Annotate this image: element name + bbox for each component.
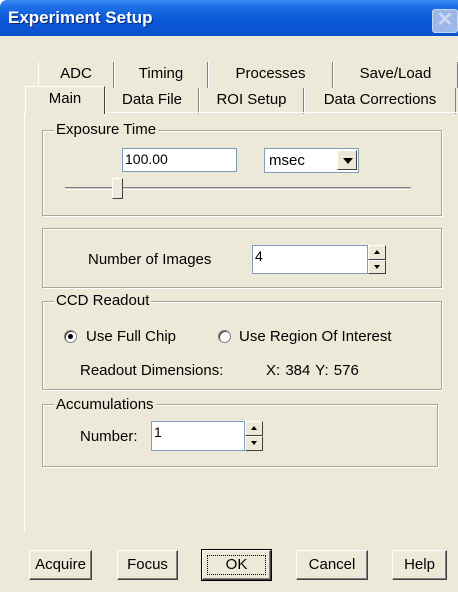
number-of-images-input[interactable]: 4 (252, 245, 368, 274)
help-button[interactable]: Help (392, 550, 447, 580)
title-bar[interactable]: Experiment Setup ✕ (0, 0, 458, 36)
arrow-up-icon[interactable] (368, 245, 386, 260)
acquire-button[interactable]: Acquire (29, 550, 92, 580)
accumulations-number-label: Number: (80, 428, 138, 445)
ccd-readout-label: CCD Readout (54, 292, 152, 309)
exposure-value-input[interactable]: 100.00 (122, 148, 237, 172)
tab-label: ROI Setup (216, 91, 287, 108)
accumulations-number-value: 1 (154, 424, 162, 440)
roi-label[interactable]: Use Region Of Interest (239, 328, 392, 345)
tab-save-load[interactable]: Save/Load (333, 62, 458, 88)
number-of-images-label: Number of Images (88, 251, 212, 268)
arrow-up-icon[interactable] (245, 421, 263, 436)
exposure-time-label: Exposure Time (54, 121, 159, 138)
window-title: Experiment Setup (8, 8, 153, 27)
accumulations-label: Accumulations (54, 396, 156, 413)
focus-button[interactable]: Focus (117, 550, 178, 580)
exposure-unit-value: msec (269, 152, 305, 169)
close-icon: ✕ (436, 9, 454, 31)
number-of-images-spinner[interactable] (368, 245, 386, 274)
acquire-button-label: Acquire (35, 556, 86, 573)
exposure-slider-thumb[interactable] (112, 178, 123, 199)
tab-processes[interactable]: Processes (208, 62, 333, 88)
cancel-button[interactable]: Cancel (296, 550, 368, 580)
roi-radio[interactable] (218, 330, 231, 343)
chevron-down-icon[interactable] (337, 150, 357, 170)
arrow-down-icon[interactable] (245, 436, 263, 451)
arrow-down-icon[interactable] (368, 259, 386, 274)
readout-dimensions-value: X: 384 Y: 576 (266, 362, 359, 379)
focus-button-label: Focus (127, 556, 168, 573)
tab-label: Processes (235, 65, 306, 82)
experiment-setup-dialog: Experiment Setup ✕ ADC Timing Processes … (0, 0, 458, 592)
exposure-value-text: 100.00 (125, 151, 168, 167)
tab-label: Main (48, 90, 82, 107)
tab-label: Save/Load (359, 65, 432, 82)
tab-label: ADC (60, 65, 92, 82)
tab-timing[interactable]: Timing (114, 62, 208, 88)
help-button-label: Help (404, 556, 435, 573)
readout-dimensions-label: Readout Dimensions: (80, 362, 224, 379)
exposure-unit-select[interactable]: msec (264, 148, 359, 173)
tab-adc[interactable]: ADC (38, 62, 114, 88)
ok-button-label: OK (225, 556, 248, 573)
exposure-time-group (42, 130, 442, 216)
tab-label: Timing (138, 65, 184, 82)
accumulations-number-input[interactable]: 1 (151, 421, 245, 451)
cancel-button-label: Cancel (308, 556, 356, 573)
tab-label: Data Corrections (323, 91, 437, 108)
full-chip-radio[interactable] (64, 330, 77, 343)
tab-data-file[interactable]: Data File (105, 88, 199, 114)
tab-roi-setup[interactable]: ROI Setup (199, 88, 304, 114)
ok-button[interactable]: OK (201, 549, 272, 581)
number-of-images-value: 4 (255, 248, 263, 264)
tab-data-corrections[interactable]: Data Corrections (304, 88, 456, 114)
tab-label: Data File (121, 91, 183, 108)
tab-main[interactable]: Main (25, 86, 105, 114)
full-chip-label[interactable]: Use Full Chip (86, 328, 176, 345)
accumulations-spinner[interactable] (245, 421, 263, 451)
close-button[interactable]: ✕ (432, 9, 458, 33)
